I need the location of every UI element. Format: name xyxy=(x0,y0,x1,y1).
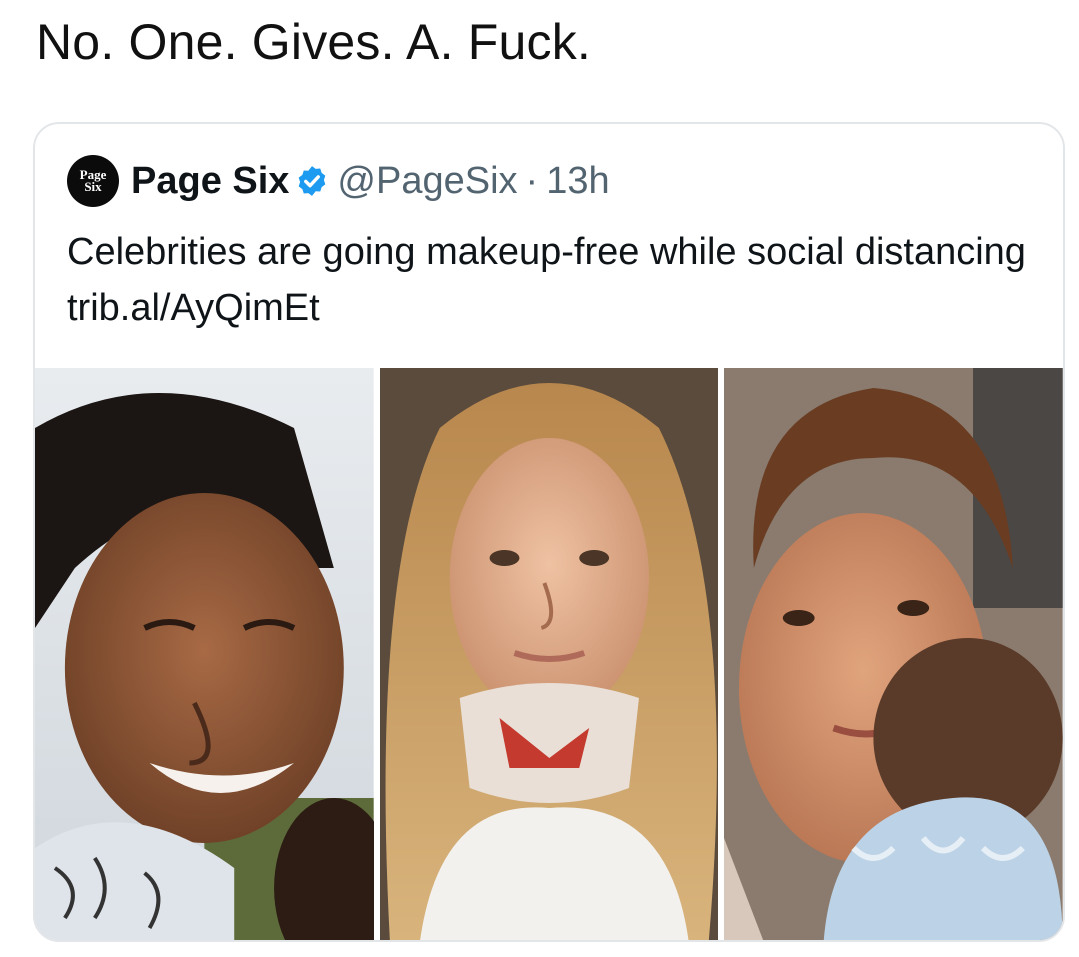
page-six-avatar[interactable]: Page Six xyxy=(67,155,119,207)
tweet-photo-3[interactable] xyxy=(724,368,1063,940)
tweet-header: Page Six Page Six @PageSix · 13h xyxy=(67,154,610,208)
meme-caption: No. One. Gives. A. Fuck. xyxy=(36,14,591,70)
photo-woman-holding-baby-icon xyxy=(724,368,1063,940)
tweet-body-text: Celebrities are going makeup-free while … xyxy=(67,231,1026,329)
photo-smiling-woman-braids-icon xyxy=(35,368,374,940)
display-name[interactable]: Page Six xyxy=(131,160,289,203)
verified-badge-icon xyxy=(299,166,326,196)
photo-woman-blonde-wavy-hair-icon xyxy=(379,368,719,940)
tweet-photo-2[interactable] xyxy=(379,368,719,940)
user-handle[interactable]: @PageSix xyxy=(337,160,517,203)
separator-dot: · xyxy=(525,159,539,202)
tweet-timestamp[interactable]: 13h xyxy=(546,160,609,203)
avatar-logo-line-2: Six xyxy=(84,179,102,194)
tweet-photo-grid xyxy=(35,368,1063,940)
embedded-tweet-card[interactable]: Page Six Page Six @PageSix · 13h Celebri… xyxy=(33,122,1065,942)
tweet-photo-1[interactable] xyxy=(35,368,374,940)
